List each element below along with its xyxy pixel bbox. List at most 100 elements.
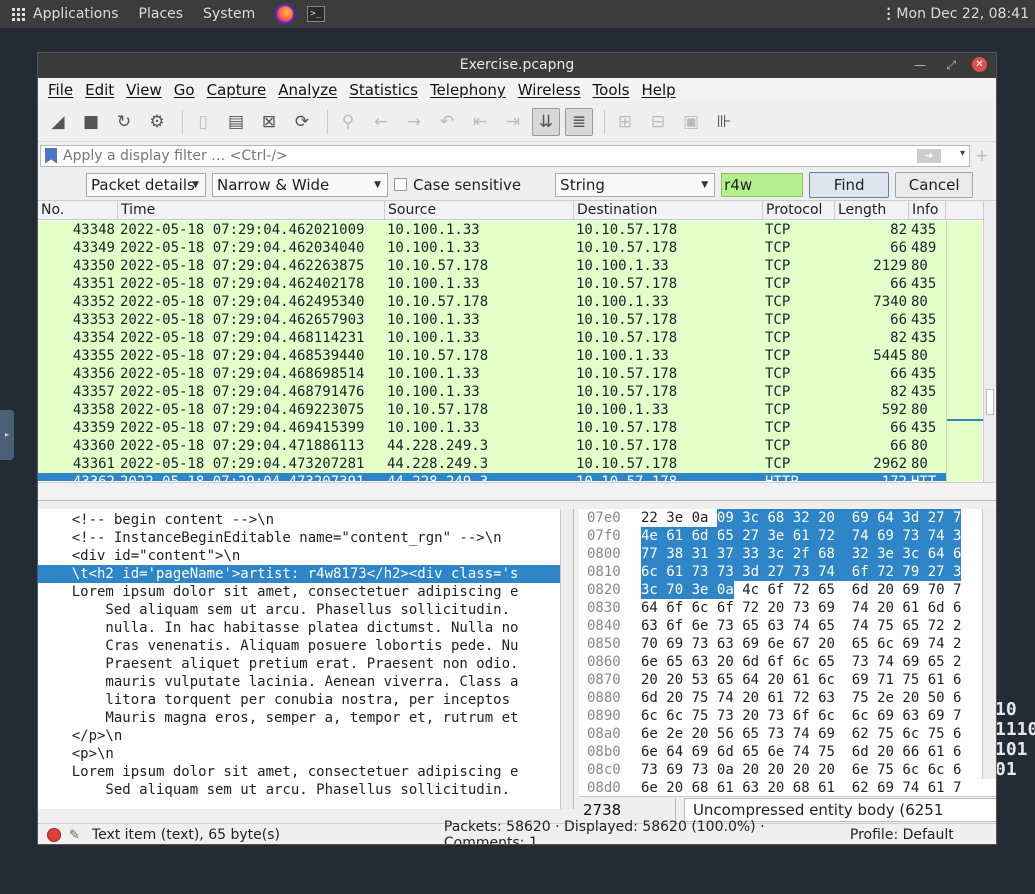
capture-options-gear-icon[interactable]: ⚙ [143, 108, 171, 136]
hex-byte[interactable]: 73 [767, 707, 784, 725]
hex-byte[interactable]: 37 [716, 545, 734, 563]
hex-byte[interactable]: 6c [692, 599, 709, 617]
hex-byte[interactable]: 20 [692, 725, 709, 743]
maximize-icon[interactable]: ⤢ [946, 53, 956, 78]
hex-byte[interactable]: 6 [953, 689, 961, 707]
hex-byte[interactable]: 20 [818, 635, 835, 653]
hex-byte[interactable]: 6e [641, 725, 658, 743]
hex-byte[interactable]: 27 [927, 563, 945, 581]
minimize-icon[interactable]: — [914, 53, 926, 78]
find-packet-icon[interactable]: ⚲ [334, 108, 362, 136]
hex-byte[interactable]: 61 [793, 671, 810, 689]
hex-byte[interactable]: 69 [902, 581, 919, 599]
hex-byte[interactable]: 20 [666, 689, 683, 707]
hex-byte[interactable]: 20 [902, 689, 919, 707]
hex-byte[interactable]: 61 [818, 779, 835, 797]
detail-line[interactable]: Mauris magna eros, semper a, tempor et, … [38, 709, 560, 727]
hex-byte[interactable]: 6f [767, 581, 784, 599]
hex-byte[interactable]: 20 [742, 689, 759, 707]
packet-row[interactable]: 43354 2022-05-18 07:29:04.468114231 10.100… [38, 329, 946, 347]
hex-byte[interactable]: 6c [902, 725, 919, 743]
packet-row[interactable]: 43349 2022-05-18 07:29:04.462034040 10.100… [38, 239, 946, 257]
detail-line[interactable]: <p>\n [38, 745, 560, 763]
hex-byte[interactable]: 7 [953, 707, 961, 725]
resize-columns-icon[interactable]: ⊪ [710, 108, 738, 136]
apply-filter-arrow-icon[interactable]: ➜ [917, 148, 941, 163]
hex-byte[interactable]: 73 [641, 761, 658, 779]
hex-byte[interactable]: 32 [792, 509, 810, 527]
hex-byte[interactable]: 63 [717, 635, 734, 653]
detail-line[interactable]: </p>\n [38, 727, 560, 745]
column-header-length[interactable]: Length [835, 201, 909, 219]
hex-byte[interactable]: 6f [793, 707, 810, 725]
hex-byte[interactable]: 74 [927, 527, 945, 545]
hex-byte[interactable]: 65 [742, 725, 759, 743]
hex-byte[interactable]: 6d [852, 743, 869, 761]
hex-byte[interactable]: 67 [793, 635, 810, 653]
hex-byte[interactable]: 6f [717, 599, 734, 617]
hex-row[interactable]: 0870 20 20 53 65 64 20 61 6c 69 71 75 61 … [579, 671, 996, 689]
hex-byte[interactable]: 20 [641, 671, 658, 689]
hex-byte[interactable]: 66 [902, 743, 919, 761]
hex-byte[interactable]: 6c [902, 761, 919, 779]
hex-byte[interactable]: 6e [641, 779, 658, 797]
hex-byte[interactable]: 31 [691, 545, 709, 563]
search-in-select[interactable]: Packet details ▼ [86, 172, 206, 197]
hex-byte[interactable]: 69 [818, 725, 835, 743]
hex-byte[interactable]: 65 [818, 653, 835, 671]
detail-line[interactable]: <div id="content">\n [38, 547, 560, 565]
hex-row[interactable]: 07f0 4e 61 6d 65 27 3e 61 72 74 69 73 74 … [579, 527, 996, 545]
hex-row[interactable]: 0820 3c 70 3e 0a 4c 6f 72 65 6d 20 69 70 … [579, 581, 996, 599]
hex-byte[interactable]: 73 [692, 635, 709, 653]
hex-byte[interactable]: 69 [877, 779, 894, 797]
hex-row[interactable]: 0840 63 6f 6e 73 65 63 74 65 74 75 65 72 … [579, 617, 996, 635]
open-file-icon[interactable]: ▯ [189, 108, 217, 136]
applications-menu[interactable]: Applications [0, 0, 119, 28]
hex-byte[interactable]: 72 [793, 581, 810, 599]
hex-byte[interactable]: 69 [851, 509, 869, 527]
hex-byte[interactable]: 73 [717, 617, 734, 635]
menu-analyze[interactable]: Analyze [278, 81, 337, 99]
menu-tools[interactable]: Tools [593, 81, 630, 99]
hex-byte[interactable]: 6c [793, 653, 810, 671]
packet-row[interactable]: 43351 2022-05-18 07:29:04.462402178 10.100… [38, 275, 946, 293]
hex-byte[interactable]: 68 [818, 545, 835, 563]
hex-byte[interactable]: 63 [818, 689, 835, 707]
hex-byte[interactable]: 3d [902, 509, 920, 527]
hex-byte[interactable]: 6c [818, 671, 835, 689]
hex-byte[interactable]: 63 [692, 653, 709, 671]
hex-byte[interactable]: 62 [852, 725, 869, 743]
hex-byte[interactable]: 7 [953, 581, 961, 599]
close-icon[interactable]: ✕ [972, 57, 987, 72]
hex-byte[interactable]: 20 [877, 599, 894, 617]
hex-byte[interactable]: 74 [818, 563, 835, 581]
hex-byte[interactable]: 3e [767, 527, 785, 545]
hex-byte[interactable]: 2 [953, 653, 961, 671]
hex-byte[interactable]: 6d [928, 599, 945, 617]
hex-byte[interactable]: 75 [877, 761, 894, 779]
hex-byte[interactable]: 50 [928, 689, 945, 707]
zoom-in-icon[interactable]: ⊞ [611, 108, 639, 136]
go-forward-icon[interactable]: → [400, 108, 428, 136]
hex-byte[interactable]: 20 [818, 509, 835, 527]
hex-byte[interactable]: 6d [641, 689, 658, 707]
hex-byte[interactable]: 6 [953, 743, 961, 761]
hex-byte[interactable]: 6f [666, 617, 683, 635]
restart-capture-icon[interactable]: ↻ [110, 108, 138, 136]
places-menu[interactable]: Places [139, 0, 184, 28]
packet-row[interactable]: 43359 2022-05-18 07:29:04.469415399 10.100… [38, 419, 946, 437]
hex-byte[interactable]: 68 [793, 779, 810, 797]
hex-row[interactable]: 08d0 6e 20 68 61 63 20 68 61 62 69 74 61 … [579, 779, 996, 797]
hex-byte[interactable]: 33 [742, 545, 760, 563]
hex-byte[interactable]: 65 [742, 617, 759, 635]
hex-row[interactable]: 0850 70 69 73 63 69 6e 67 20 65 6c 69 74 … [579, 635, 996, 653]
column-header-info[interactable]: Info [909, 201, 946, 219]
hex-row[interactable]: 07e0 22 3e 0a 09 3c 68 32 20 69 64 3d 27 … [579, 509, 996, 527]
cancel-button[interactable]: Cancel [895, 171, 974, 198]
reload-file-icon[interactable]: ⟳ [288, 108, 316, 136]
hex-byte[interactable]: 74 [793, 743, 810, 761]
menu-capture[interactable]: Capture [207, 81, 267, 99]
column-header-protocol[interactable]: Protocol [763, 201, 835, 219]
hex-byte[interactable]: 61 [767, 689, 784, 707]
hex-byte[interactable]: 69 [666, 761, 683, 779]
